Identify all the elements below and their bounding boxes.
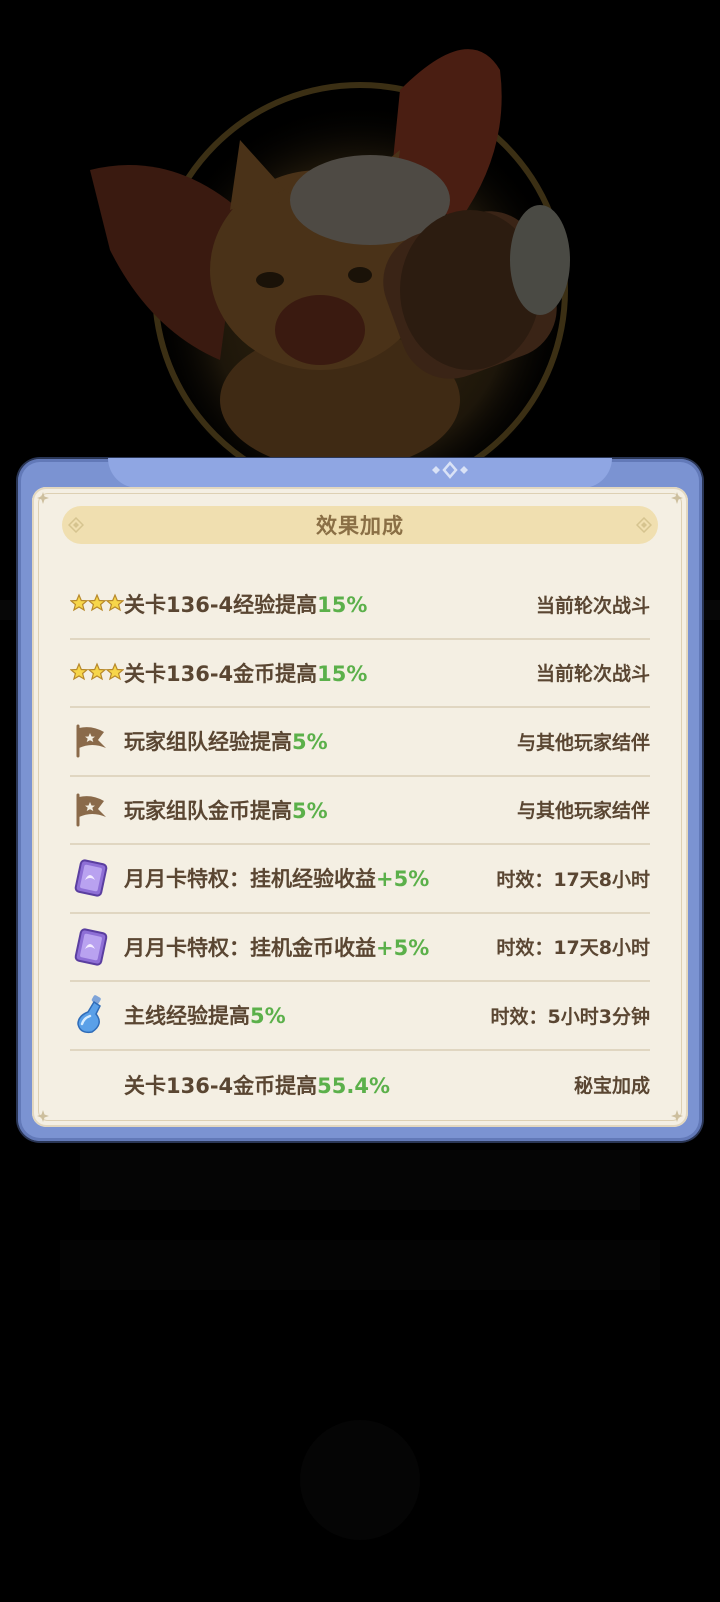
list-item: 主线经验提高5% 时效：5小时3分钟 — [70, 982, 650, 1051]
list-item: 月月卡特权：挂机经验收益+5% 时效：17天8小时 — [70, 845, 650, 914]
list-item: 关卡136-4金币提高55.4% 秘宝加成 — [70, 1051, 650, 1120]
bonus-duration: 时效：17天8小时 — [496, 868, 650, 891]
bonus-description: 玩家组队经验提高5% — [124, 730, 328, 755]
effect-bonus-panel: 效果加成 关卡136-4经验提高15% 当前轮次战斗 关卡136-4金币提高15… — [18, 458, 702, 1141]
bonus-condition: 当前轮次战斗 — [535, 594, 650, 617]
row-icon-empty — [70, 1065, 124, 1105]
potion-icon — [70, 995, 124, 1035]
bonus-condition: 与其他玩家结伴 — [516, 731, 650, 754]
bonus-description: 关卡136-4金币提高15% — [124, 661, 368, 686]
bonus-list: 关卡136-4经验提高15% 当前轮次战斗 关卡136-4金币提高15% 当前轮… — [70, 571, 650, 1119]
bonus-condition: 当前轮次战斗 — [535, 663, 650, 686]
panel-title: 效果加成 — [316, 514, 404, 538]
bonus-duration: 时效：5小时3分钟 — [490, 1005, 650, 1028]
team-flag-icon — [70, 790, 124, 830]
list-item: 关卡136-4经验提高15% 当前轮次战斗 — [70, 571, 650, 640]
three-stars-icon — [70, 653, 124, 693]
bonus-condition: 与其他玩家结伴 — [516, 800, 650, 823]
panel-top-notch — [108, 458, 612, 488]
panel-content: 效果加成 关卡136-4经验提高15% 当前轮次战斗 关卡136-4金币提高15… — [32, 487, 688, 1127]
list-item: 玩家组队经验提高5% 与其他玩家结伴 — [70, 708, 650, 777]
diamond-right-icon — [636, 517, 652, 533]
mascot-character-image — [90, 49, 570, 470]
bonus-description: 月月卡特权：挂机经验收益+5% — [124, 867, 430, 892]
bonus-source: 秘宝加成 — [573, 1075, 650, 1098]
corner-ornament-icon — [37, 1110, 49, 1122]
bonus-description: 关卡136-4金币提高55.4% — [124, 1073, 391, 1098]
monthly-card-icon — [70, 927, 124, 967]
bonus-description: 关卡136-4经验提高15% — [124, 593, 368, 618]
team-flag-icon — [70, 721, 124, 761]
list-item: 关卡136-4金币提高15% 当前轮次战斗 — [70, 640, 650, 708]
corner-ornament-icon — [671, 492, 683, 504]
panel-header: 效果加成 — [62, 506, 658, 544]
bonus-description: 月月卡特权：挂机金币收益+5% — [124, 935, 430, 960]
corner-ornament-icon — [671, 1110, 683, 1122]
diamond-ornament-icon — [432, 461, 468, 479]
bonus-duration: 时效：17天8小时 — [496, 937, 650, 960]
bonus-description: 主线经验提高5% — [124, 1004, 286, 1029]
diamond-left-icon — [68, 517, 84, 533]
bonus-description: 玩家组队金币提高5% — [124, 798, 328, 823]
monthly-card-icon — [70, 858, 124, 898]
list-item: 玩家组队金币提高5% 与其他玩家结伴 — [70, 777, 650, 845]
three-stars-icon — [70, 584, 124, 624]
list-item: 月月卡特权：挂机金币收益+5% 时效：17天8小时 — [70, 914, 650, 982]
corner-ornament-icon — [37, 492, 49, 504]
